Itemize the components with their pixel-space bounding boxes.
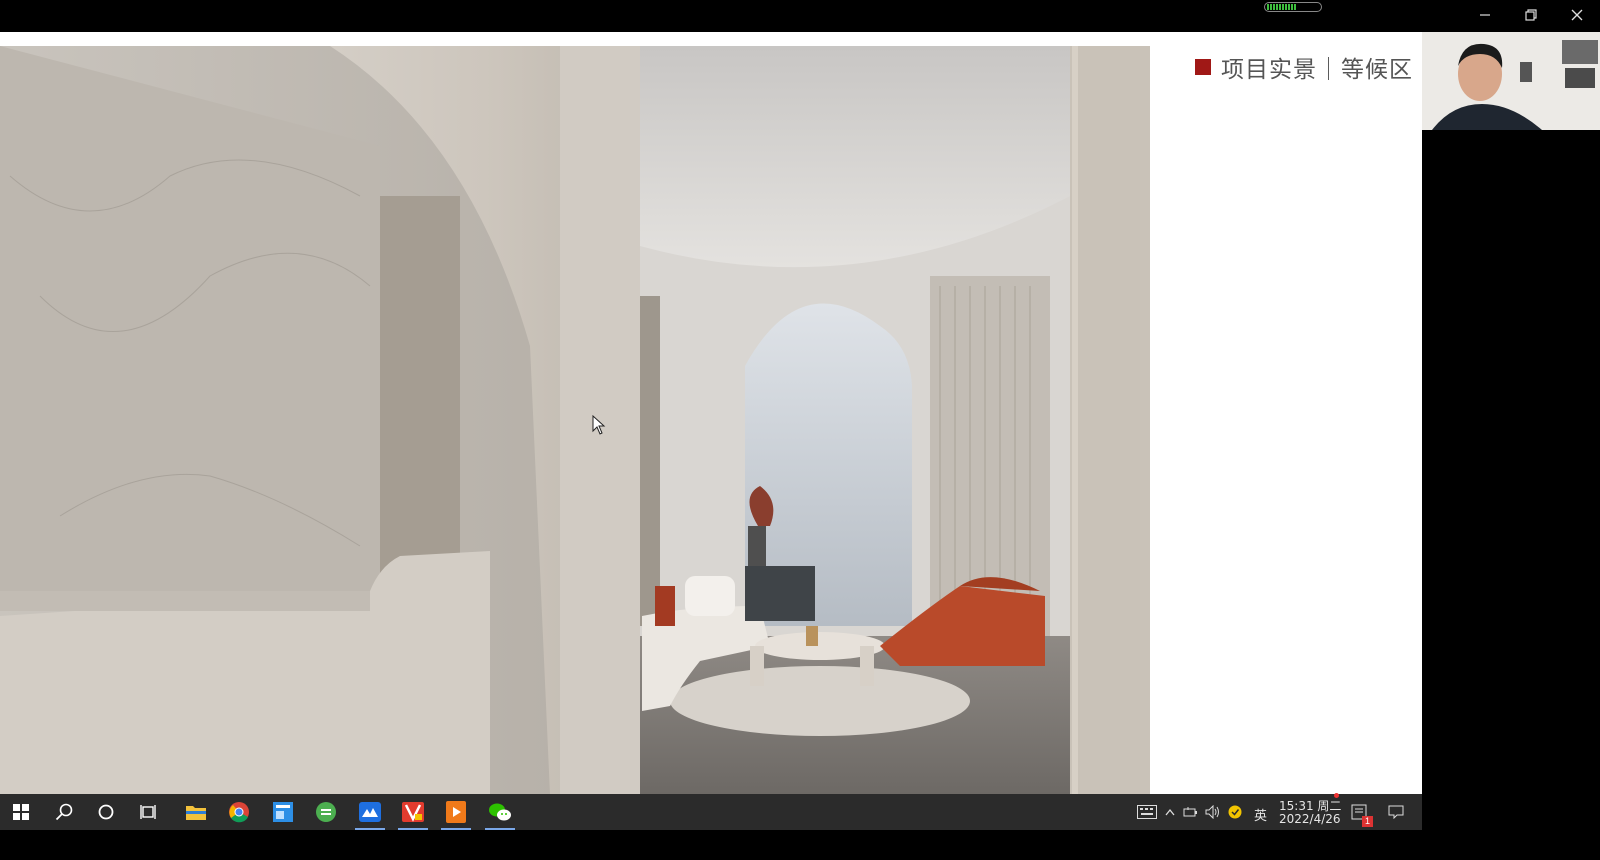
slide-title-text: 项目实景｜等候区 xyxy=(1221,57,1413,83)
close-button[interactable] xyxy=(1554,0,1600,30)
media-player-button[interactable] xyxy=(435,794,477,830)
red-square-marker xyxy=(1195,59,1211,75)
restore-icon xyxy=(1525,9,1537,21)
restore-button[interactable] xyxy=(1508,0,1554,30)
signal-strength-indicator xyxy=(1264,2,1322,12)
wechat-button[interactable] xyxy=(479,794,521,830)
chrome-icon xyxy=(229,802,249,823)
window-title-bar xyxy=(0,0,1600,30)
yellow-status-icon xyxy=(1228,805,1242,819)
notification-badge: 1 xyxy=(1362,816,1373,827)
windows-start-icon xyxy=(13,804,29,820)
media-player-icon xyxy=(446,801,466,823)
clock-date[interactable]: 2022/4/26 xyxy=(1279,812,1341,826)
mouse-cursor-icon xyxy=(592,415,606,435)
ime-indicator[interactable]: 英 xyxy=(1254,805,1267,824)
blue-app-icon xyxy=(273,802,293,822)
action-center-icon xyxy=(1388,805,1404,819)
battery-tray-button[interactable] xyxy=(1180,794,1202,830)
task-view-icon xyxy=(140,805,156,819)
show-hidden-icons-button[interactable] xyxy=(1160,794,1180,830)
minimize-icon xyxy=(1480,14,1490,16)
notification-center-app-button[interactable]: 1 xyxy=(1342,794,1376,830)
windows-taskbar: 英 15:31 周二 2022/4/26 1 xyxy=(0,793,1422,830)
blue-app-button[interactable] xyxy=(262,794,304,830)
wechat-icon xyxy=(489,803,511,821)
presentation-slide: 项目实景｜等候区 xyxy=(0,32,1422,794)
file-explorer-icon xyxy=(186,806,206,820)
file-explorer-button[interactable] xyxy=(175,794,217,830)
chevron-up-icon xyxy=(1165,808,1175,816)
task-view-button[interactable] xyxy=(128,794,170,830)
search-button[interactable] xyxy=(43,794,85,830)
volume-tray-button[interactable] xyxy=(1202,794,1224,830)
vector-app-button[interactable] xyxy=(392,794,434,830)
vector-app-icon xyxy=(402,802,424,822)
meeting-app-button[interactable] xyxy=(349,794,391,830)
volume-icon xyxy=(1205,805,1219,819)
slide-title: 项目实景｜等候区 xyxy=(1195,52,1413,83)
cortana-circle-icon xyxy=(98,804,114,820)
green-app-button[interactable] xyxy=(305,794,347,830)
battery-plug-icon xyxy=(1183,807,1197,817)
interior-photo xyxy=(0,46,1150,794)
action-center-button[interactable] xyxy=(1376,794,1416,830)
keyboard-icon xyxy=(1137,805,1157,819)
chrome-button[interactable] xyxy=(218,794,260,830)
status-tray-button[interactable] xyxy=(1224,794,1246,830)
green-circle-app-icon xyxy=(316,802,336,822)
start-button[interactable] xyxy=(0,794,42,830)
presenter-webcam[interactable] xyxy=(1422,32,1600,130)
meeting-app-icon xyxy=(359,802,381,822)
close-icon xyxy=(1571,9,1583,21)
search-icon xyxy=(55,803,73,821)
minimize-button[interactable] xyxy=(1462,0,1508,30)
cortana-button[interactable] xyxy=(85,794,127,830)
